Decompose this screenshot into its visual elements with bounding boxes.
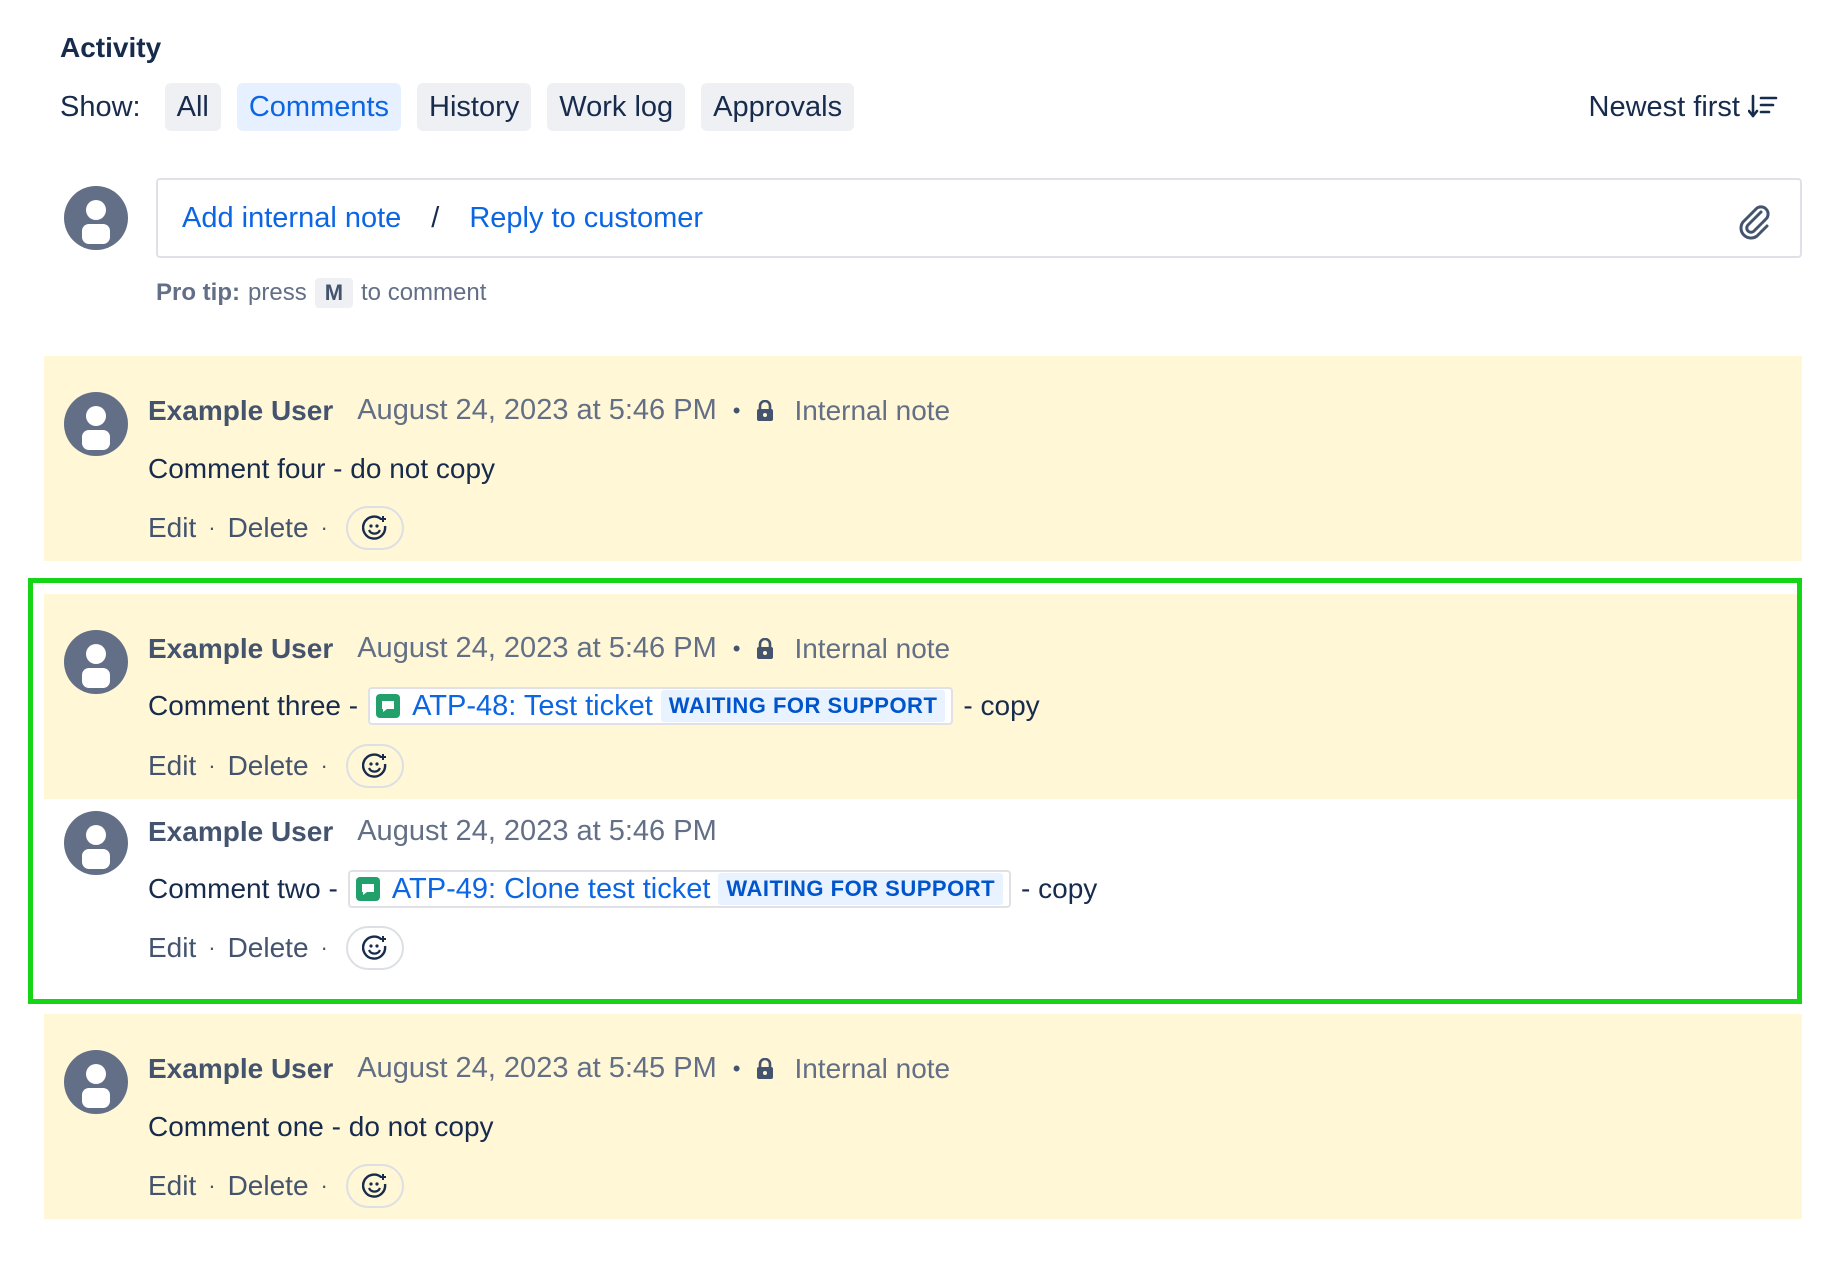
delete-button[interactable]: Delete — [228, 1170, 309, 1202]
comment-item: Example User August 24, 2023 at 5:46 PM … — [44, 356, 1802, 561]
action-separator: · — [208, 753, 216, 778]
delete-button[interactable]: Delete — [228, 750, 309, 782]
edit-button[interactable]: Edit — [148, 1170, 196, 1202]
current-user-avatar — [64, 186, 128, 250]
comment-type: Internal note — [794, 632, 951, 664]
comment-body: Comment two - ATP-49: Clone test ticket … — [148, 870, 1097, 908]
protip-label: Pro tip: — [156, 279, 240, 306]
comment-date[interactable]: August 24, 2023 at 5:45 PM — [357, 1052, 717, 1085]
edit-button[interactable]: Edit — [148, 932, 196, 964]
filter-all-button[interactable]: All — [164, 83, 221, 131]
comment-actions: Edit · Delete · — [148, 744, 404, 788]
comment-header: Example User August 24, 2023 at 5:46 PM … — [148, 632, 950, 665]
comment-header: Example User August 24, 2023 at 5:45 PM … — [148, 1052, 950, 1085]
comment-text-before: Comment three - — [148, 690, 359, 721]
comment-type: Internal note — [794, 1052, 951, 1084]
delete-button[interactable]: Delete — [228, 512, 309, 544]
header-dot: • — [732, 1055, 741, 1081]
chat-issue-icon — [355, 877, 380, 901]
user-avatar — [64, 1050, 128, 1114]
header-dot: • — [732, 397, 741, 423]
keyboard-shortcut-key: M — [314, 278, 354, 308]
reply-to-customer-link[interactable]: Reply to customer — [469, 202, 703, 235]
protip-suffix: to comment — [361, 279, 487, 306]
action-separator: · — [320, 515, 328, 540]
lock-icon — [757, 1057, 774, 1079]
add-reaction-button[interactable] — [345, 1164, 404, 1208]
issue-link-chip[interactable]: ATP-48: Test ticket WAITING FOR SUPPORT — [368, 687, 954, 725]
comment-author[interactable]: Example User — [148, 1053, 333, 1085]
action-separator: · — [320, 935, 328, 960]
comment-text-after: - copy — [963, 690, 1040, 721]
filter-approvals-button[interactable]: Approvals — [701, 83, 855, 131]
issue-link[interactable]: ATP-48: Test ticket — [412, 690, 653, 723]
comment-item: Example User August 24, 2023 at 5:46 PM … — [44, 594, 1802, 799]
action-separator: · — [208, 515, 216, 540]
sort-label: Newest first — [1588, 90, 1740, 123]
add-reaction-button[interactable] — [345, 506, 404, 550]
comment-author[interactable]: Example User — [148, 816, 333, 848]
comment-date[interactable]: August 24, 2023 at 5:46 PM — [357, 632, 717, 665]
chat-issue-icon — [376, 694, 401, 718]
comment-text-before: Comment two - — [148, 873, 338, 904]
pro-tip: Pro tip: press M to comment — [156, 278, 486, 308]
comment-body: Comment four - do not copy — [148, 453, 496, 484]
comment-text-after: - copy — [1021, 873, 1098, 904]
user-avatar — [64, 392, 128, 456]
comment-header: Example User August 24, 2023 at 5:46 PM — [148, 815, 717, 848]
add-internal-note-link[interactable]: Add internal note — [182, 202, 401, 235]
paperclip-icon[interactable] — [1734, 200, 1774, 240]
user-avatar — [64, 811, 128, 875]
comment-actions: Edit · Delete · — [148, 506, 404, 550]
protip-press: press — [248, 279, 307, 306]
action-separator: · — [320, 753, 328, 778]
lock-icon — [757, 637, 774, 659]
issue-link[interactable]: ATP-49: Clone test ticket — [392, 873, 711, 906]
issue-link-chip[interactable]: ATP-49: Clone test ticket WAITING FOR SU… — [347, 870, 1012, 908]
status-lozenge: WAITING FOR SUPPORT — [660, 690, 946, 722]
comment-date[interactable]: August 24, 2023 at 5:46 PM — [357, 815, 717, 848]
comment-actions: Edit · Delete · — [148, 926, 404, 970]
comment-date[interactable]: August 24, 2023 at 5:46 PM — [357, 394, 717, 427]
filter-worklog-button[interactable]: Work log — [547, 83, 686, 131]
composer-separator: / — [431, 201, 440, 234]
action-separator: · — [208, 935, 216, 960]
emoji-add-icon — [361, 935, 387, 960]
filter-history-button[interactable]: History — [417, 83, 532, 131]
comment-type: Internal note — [794, 394, 951, 426]
comment-author[interactable]: Example User — [148, 395, 333, 427]
filter-comments-button[interactable]: Comments — [236, 83, 402, 131]
comment-composer[interactable]: Add internal note / Reply to customer — [156, 178, 1802, 258]
comment-body: Comment one - do not copy — [148, 1111, 494, 1142]
header-dot: • — [732, 635, 741, 661]
emoji-add-icon — [361, 515, 387, 540]
edit-button[interactable]: Edit — [148, 750, 196, 782]
user-avatar — [64, 630, 128, 694]
action-separator: · — [320, 1173, 328, 1198]
add-reaction-button[interactable] — [345, 744, 404, 788]
activity-heading: Activity — [60, 32, 162, 63]
emoji-add-icon — [361, 1173, 387, 1198]
sort-order-button[interactable]: Newest first — [1589, 83, 1778, 131]
comment-body: Comment three - ATP-48: Test ticket WAIT… — [148, 687, 1040, 725]
comment-item: Example User August 24, 2023 at 5:45 PM … — [44, 1014, 1802, 1219]
emoji-add-icon — [361, 753, 387, 778]
add-reaction-button[interactable] — [345, 926, 404, 970]
comment-header: Example User August 24, 2023 at 5:46 PM … — [148, 394, 950, 427]
comment-actions: Edit · Delete · — [148, 1164, 404, 1208]
sort-descending-icon — [1748, 94, 1778, 118]
status-lozenge: WAITING FOR SUPPORT — [718, 873, 1004, 905]
show-label: Show: — [60, 90, 141, 123]
lock-icon — [757, 399, 774, 421]
edit-button[interactable]: Edit — [148, 512, 196, 544]
comment-author[interactable]: Example User — [148, 633, 333, 665]
delete-button[interactable]: Delete — [228, 932, 309, 964]
activity-filter-bar: Show: All Comments History Work log Appr… — [60, 83, 870, 131]
comment-item: Example User August 24, 2023 at 5:46 PM … — [44, 799, 1802, 989]
action-separator: · — [208, 1173, 216, 1198]
